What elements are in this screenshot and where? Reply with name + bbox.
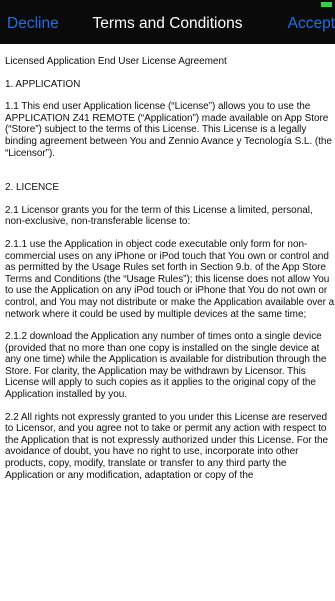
clause-2-1-1: 2.1.1 use the Application in object code…: [5, 238, 335, 320]
clause-1-1: 1.1 This end user Application license (“…: [5, 101, 332, 159]
license-text-view[interactable]: Licensed Application End User License Ag…: [5, 56, 335, 492]
section-title-licence: 2. LICENCE: [5, 182, 59, 194]
clause-2-2: 2.2 All rights not expressly granted to …: [5, 411, 329, 481]
clause-2-1-2: 2.1.2 download the Application any numbe…: [5, 331, 327, 401]
battery-icon: [321, 2, 332, 7]
page-title: Terms and Conditions: [92, 15, 243, 32]
navigation-bar: Decline Terms and Conditions Accept: [0, 0, 335, 44]
document-heading: Licensed Application End User License Ag…: [5, 56, 227, 67]
clause-2-1: 2.1 Licensor grants you for the term of …: [5, 204, 313, 228]
section-title-application: 1. APPLICATION: [5, 78, 81, 90]
